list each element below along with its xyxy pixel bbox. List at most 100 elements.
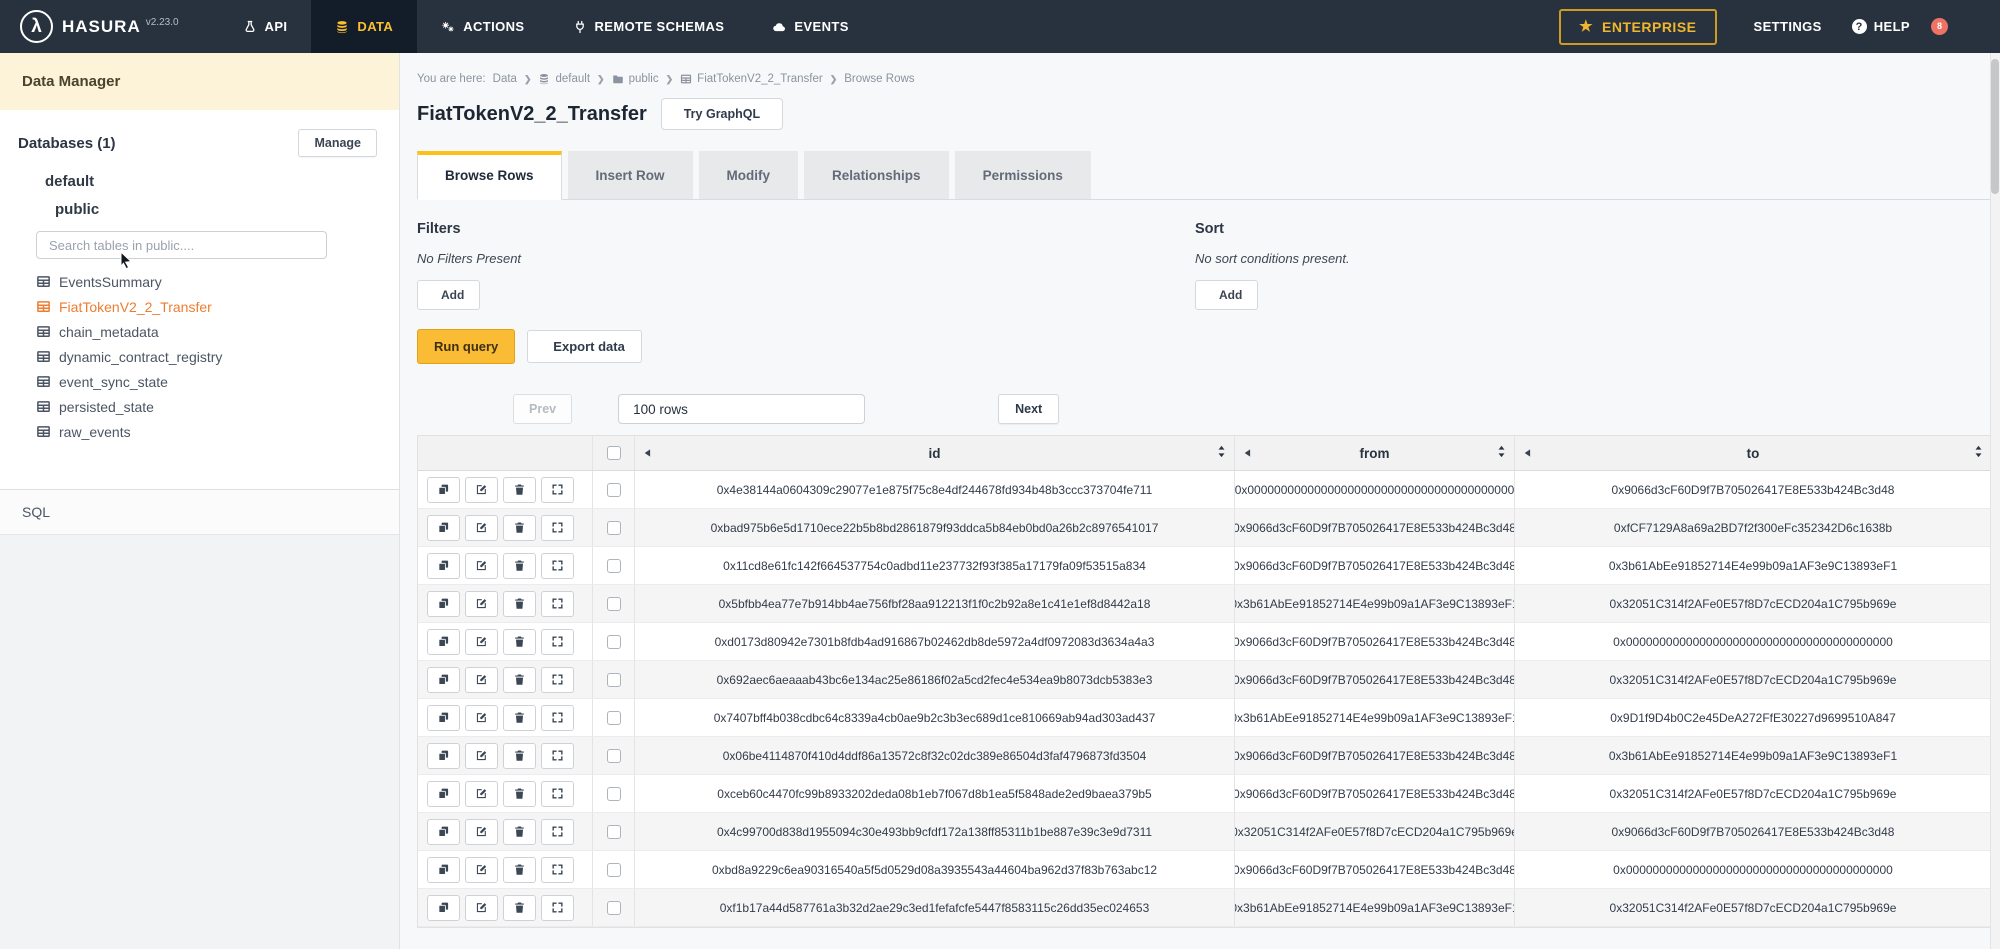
tab-modify[interactable]: Modify [699, 151, 799, 199]
copy-row-button[interactable] [427, 667, 460, 693]
copy-row-button[interactable] [427, 895, 460, 921]
page-size-select[interactable]: 100 rows [618, 394, 865, 424]
breadcrumb-item-public[interactable]: public [612, 73, 659, 85]
copy-row-button[interactable] [427, 819, 460, 845]
delete-row-button[interactable] [503, 591, 536, 617]
row-checkbox[interactable] [607, 597, 621, 611]
edit-row-button[interactable] [465, 591, 498, 617]
edit-row-button[interactable] [465, 819, 498, 845]
sidebar-item-sql[interactable]: SQL [0, 490, 399, 534]
prev-page-button[interactable]: Prev [513, 394, 572, 424]
edit-row-button[interactable] [465, 895, 498, 921]
column-header-from[interactable]: from [1235, 436, 1515, 470]
breadcrumb-item-browse-rows[interactable]: Browse Rows [844, 73, 914, 85]
delete-row-button[interactable] [503, 553, 536, 579]
expand-row-button[interactable] [541, 895, 574, 921]
settings-button[interactable]: SETTINGS [1747, 19, 1822, 34]
row-checkbox[interactable] [607, 635, 621, 649]
expand-row-button[interactable] [541, 629, 574, 655]
sort-column-icon[interactable] [1974, 444, 1983, 462]
copy-row-button[interactable] [427, 591, 460, 617]
row-checkbox[interactable] [607, 559, 621, 573]
table-search-input[interactable] [36, 231, 327, 259]
edit-row-button[interactable] [465, 515, 498, 541]
brand[interactable]: λ HASURA v2.23.0 [0, 0, 205, 53]
try-graphql-button[interactable]: Try GraphQL [661, 98, 783, 130]
row-checkbox[interactable] [607, 749, 621, 763]
expand-row-button[interactable] [541, 781, 574, 807]
column-header-to[interactable]: to [1515, 436, 1991, 470]
row-checkbox[interactable] [607, 787, 621, 801]
delete-row-button[interactable] [503, 743, 536, 769]
expand-row-button[interactable] [541, 553, 574, 579]
edit-row-button[interactable] [465, 553, 498, 579]
nav-item-events[interactable]: EVENTS [748, 0, 872, 53]
expand-row-button[interactable] [541, 477, 574, 503]
copy-row-button[interactable] [427, 629, 460, 655]
add-sort-button[interactable]: Add [1195, 280, 1258, 310]
enterprise-button[interactable]: ★ ENTERPRISE [1559, 9, 1716, 45]
row-checkbox[interactable] [607, 483, 621, 497]
delete-row-button[interactable] [503, 629, 536, 655]
delete-row-button[interactable] [503, 515, 536, 541]
expand-row-button[interactable] [541, 705, 574, 731]
column-header-id[interactable]: id [635, 436, 1235, 470]
row-checkbox[interactable] [607, 711, 621, 725]
sort-column-icon[interactable] [1217, 444, 1226, 462]
sidebar-item-schema-public[interactable]: public [0, 190, 399, 218]
nav-item-remote-schemas[interactable]: REMOTE SCHEMAS [549, 0, 749, 53]
manage-button[interactable]: Manage [298, 129, 377, 157]
edit-row-button[interactable] [465, 667, 498, 693]
nav-item-api[interactable]: API [219, 0, 312, 53]
tab-relationships[interactable]: Relationships [804, 151, 949, 199]
copy-row-button[interactable] [427, 477, 460, 503]
tab-permissions[interactable]: Permissions [955, 151, 1091, 199]
expand-row-button[interactable] [541, 515, 574, 541]
expand-row-button[interactable] [541, 819, 574, 845]
sidebar-table-dynamic-contract-registry[interactable]: dynamic_contract_registry [36, 344, 399, 369]
copy-row-button[interactable] [427, 705, 460, 731]
expand-row-button[interactable] [541, 667, 574, 693]
next-page-button[interactable]: Next [998, 394, 1059, 424]
copy-row-button[interactable] [427, 781, 460, 807]
page-scrollbar[interactable] [1990, 53, 2000, 949]
copy-row-button[interactable] [427, 743, 460, 769]
expand-row-button[interactable] [541, 857, 574, 883]
edit-row-button[interactable] [465, 857, 498, 883]
delete-row-button[interactable] [503, 477, 536, 503]
expand-row-button[interactable] [541, 743, 574, 769]
scrollbar-thumb[interactable] [1991, 59, 1999, 194]
sidebar-table-fiattokenv2-2-transfer[interactable]: FiatTokenV2_2_Transfer [36, 294, 399, 319]
export-data-button[interactable]: Export data [527, 330, 642, 363]
delete-row-button[interactable] [503, 895, 536, 921]
delete-row-button[interactable] [503, 667, 536, 693]
delete-row-button[interactable] [503, 705, 536, 731]
breadcrumb-item-default[interactable]: default [538, 73, 590, 85]
expand-row-button[interactable] [541, 591, 574, 617]
collapse-column-icon[interactable] [1244, 446, 1251, 461]
sidebar-item-database-default[interactable]: default [0, 163, 399, 190]
sort-column-icon[interactable] [1497, 444, 1506, 462]
delete-row-button[interactable] [503, 857, 536, 883]
nav-item-data[interactable]: DATA [311, 0, 417, 53]
row-checkbox[interactable] [607, 863, 621, 877]
copy-row-button[interactable] [427, 857, 460, 883]
sidebar-table-event-sync-state[interactable]: event_sync_state [36, 369, 399, 394]
row-checkbox[interactable] [607, 673, 621, 687]
delete-row-button[interactable] [503, 781, 536, 807]
breadcrumb-item-fiattokenv2-2-transfer[interactable]: FiatTokenV2_2_Transfer [680, 73, 823, 85]
copy-row-button[interactable] [427, 553, 460, 579]
row-checkbox[interactable] [607, 521, 621, 535]
edit-row-button[interactable] [465, 629, 498, 655]
tab-browse-rows[interactable]: Browse Rows [417, 151, 562, 200]
copy-row-button[interactable] [427, 515, 460, 541]
breadcrumb-item-data[interactable]: Data [493, 73, 517, 85]
run-query-button[interactable]: Run query [417, 329, 515, 364]
edit-row-button[interactable] [465, 743, 498, 769]
row-checkbox[interactable] [607, 825, 621, 839]
edit-row-button[interactable] [465, 705, 498, 731]
sidebar-table-chain-metadata[interactable]: chain_metadata [36, 319, 399, 344]
select-all-checkbox[interactable] [607, 446, 621, 460]
sidebar-table-raw-events[interactable]: raw_events [36, 419, 399, 444]
row-checkbox[interactable] [607, 901, 621, 915]
